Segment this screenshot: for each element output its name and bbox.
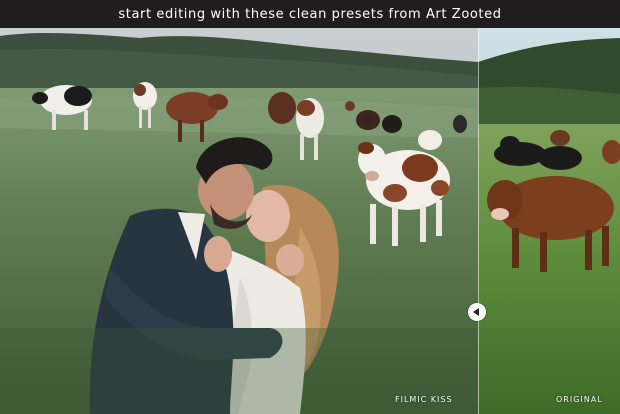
left-arrow-icon [473, 308, 479, 316]
banner-text: start editing with these clean presets f… [118, 6, 502, 22]
original-label: ORIGINAL [556, 395, 603, 404]
comparison-divider[interactable] [478, 28, 479, 414]
comparison-slider-handle[interactable] [468, 303, 486, 321]
comparison-photo [0, 28, 620, 414]
original-side [478, 28, 620, 414]
top-banner: start editing with these clean presets f… [0, 0, 620, 28]
preset-comparison-frame: start editing with these clean presets f… [0, 0, 620, 414]
filmic-kiss-label: FILMIC KISS [395, 395, 453, 404]
